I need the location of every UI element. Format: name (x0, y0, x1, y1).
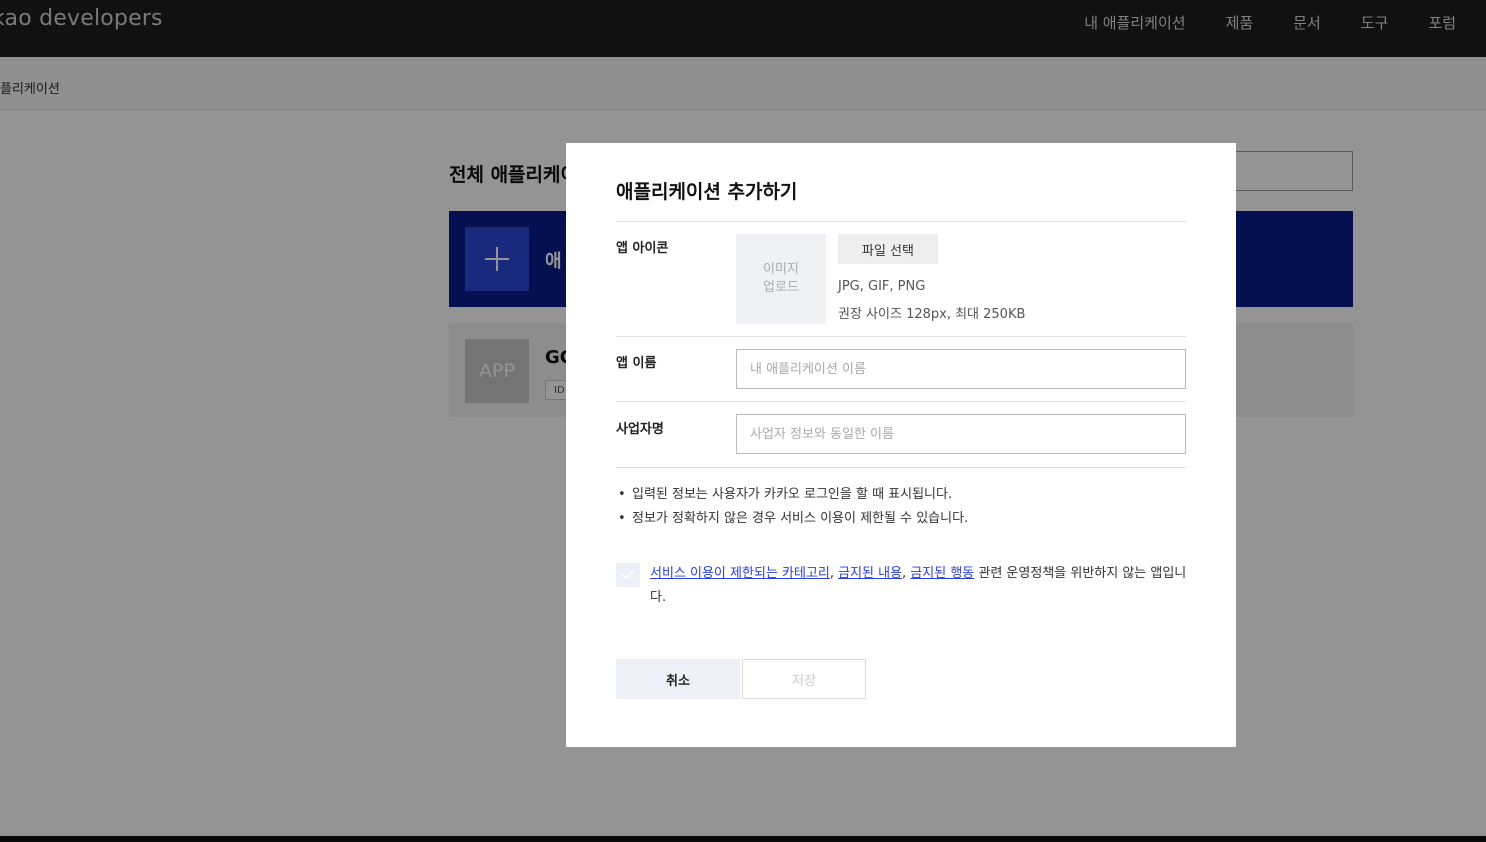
divider (616, 336, 1186, 337)
modal-title: 애플리케이션 추가하기 (616, 181, 798, 203)
image-upload-box[interactable]: 이미지 업로드 (736, 234, 826, 324)
notice-item: 입력된 정보는 사용자가 카카오 로그인을 할 때 표시됩니다. (618, 483, 968, 507)
upload-line-1: 이미지 (763, 262, 799, 277)
app-icon-label: 앱 아이콘 (616, 241, 669, 256)
company-name-input[interactable] (736, 414, 1186, 454)
app-name-input[interactable] (736, 349, 1186, 389)
restricted-category-link[interactable]: 서비스 이용이 제한되는 카테고리 (650, 566, 830, 581)
divider (616, 221, 1186, 222)
add-application-modal: 애플리케이션 추가하기 앱 아이콘 이미지 업로드 파일 선택 JPG, GIF… (566, 143, 1236, 747)
allowed-formats: JPG, GIF, PNG (838, 279, 926, 294)
app-name-label: 앱 이름 (616, 356, 657, 371)
divider (616, 401, 1186, 402)
prohibited-behavior-link[interactable]: 금지된 행동 (910, 566, 974, 581)
agreement-text: 서비스 이용이 제한되는 카테고리, 금지된 내용, 금지된 행동 관련 운영정… (650, 562, 1190, 610)
notice-list: 입력된 정보는 사용자가 카카오 로그인을 할 때 표시됩니다. 정보가 정확하… (618, 483, 968, 531)
check-icon (621, 569, 635, 580)
cancel-button[interactable]: 취소 (616, 659, 740, 699)
agreement-checkbox[interactable] (616, 563, 640, 587)
file-select-button[interactable]: 파일 선택 (838, 234, 938, 264)
upload-line-2: 업로드 (763, 280, 799, 295)
divider (616, 467, 1186, 468)
prohibited-content-link[interactable]: 금지된 내용 (838, 566, 902, 581)
notice-item: 정보가 정확하지 않은 경우 서비스 이용이 제한될 수 있습니다. (618, 507, 968, 531)
separator: , (829, 566, 839, 581)
size-hint: 권장 사이즈 128px, 최대 250KB (838, 307, 1026, 322)
company-name-label: 사업자명 (616, 422, 664, 437)
save-button[interactable]: 저장 (742, 659, 866, 699)
